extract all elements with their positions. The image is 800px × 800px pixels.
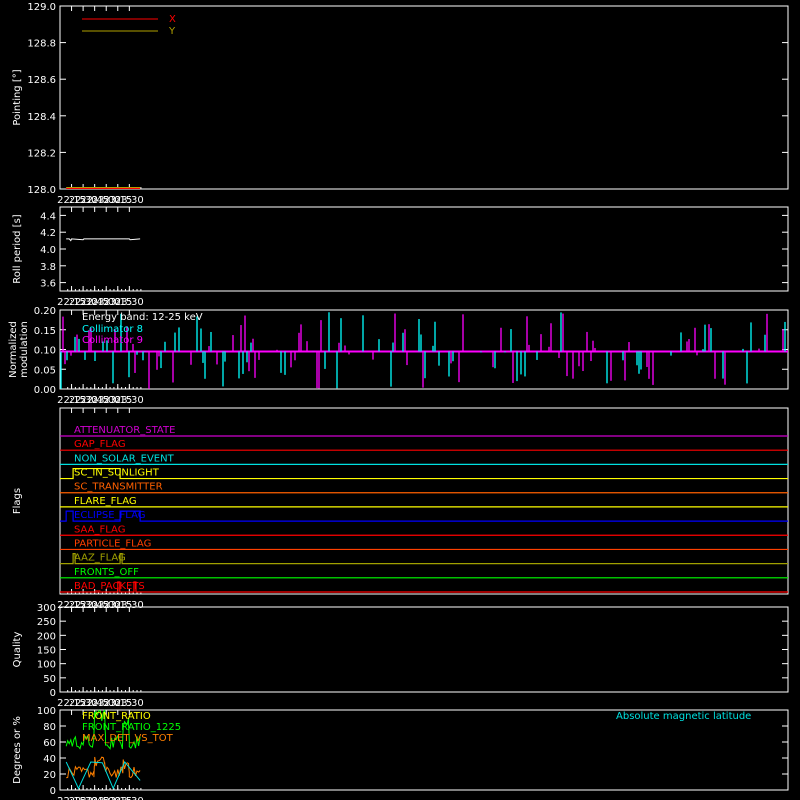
y-axis-label: Quality — [12, 632, 23, 668]
y-axis-label: Pointing [°] — [12, 69, 23, 125]
y-tick-label: 128.4 — [27, 112, 56, 123]
y-axis-label: Roll period [s] — [12, 214, 23, 283]
y-tick-label: 150 — [37, 646, 56, 657]
y-axis-label: Degrees or % — [12, 716, 23, 784]
y-tick-label: 4.0 — [40, 245, 56, 256]
y-tick-label: 20 — [43, 770, 56, 781]
flag-label: ECLIPSE_FLAG — [74, 510, 145, 521]
legend-label: X — [169, 14, 176, 25]
y-tick-label: 4.4 — [40, 211, 56, 222]
y-tick-label: 0.10 — [34, 346, 56, 357]
y-tick-label: 3.8 — [40, 262, 56, 273]
y-tick-label: 40 — [43, 754, 56, 765]
legend-label: FRONT_RATIO — [82, 711, 151, 722]
hessi-quicklook-figure: 22:1522:3022:4523:0023:1523:30128.0128.2… — [0, 0, 800, 800]
x-tick-label: 23:30 — [115, 195, 144, 206]
y-tick-label: 100 — [37, 706, 56, 717]
y-tick-label: 0 — [50, 688, 56, 699]
y-tick-label: 128.2 — [27, 148, 56, 159]
flag-label: NON_SOLAR_EVENT — [74, 453, 175, 464]
y-tick-label: 3.6 — [40, 279, 56, 290]
y-tick-label: 60 — [43, 738, 56, 749]
flag-label: PARTICLE_FLAG — [74, 538, 151, 549]
legend-label: FRONT_RATIO_1225 — [82, 722, 181, 733]
y-tick-label: 4.2 — [40, 228, 56, 239]
legend-label: Collimator 8 — [82, 324, 143, 335]
y-axis-label-line2: modulation — [19, 321, 30, 378]
y-tick-label: 0.15 — [34, 326, 56, 337]
y-tick-label: 0.00 — [34, 385, 56, 396]
legend-label: Y — [168, 26, 176, 37]
y-tick-label: 128.8 — [27, 39, 56, 50]
x-tick-label: 23:30 — [115, 796, 144, 800]
energy-band-annotation: Energy band: 12-25 keV — [82, 312, 203, 323]
y-tick-label: 300 — [37, 603, 56, 614]
y-tick-label: 80 — [43, 722, 56, 733]
legend-label: Absolute magnetic latitude — [616, 711, 751, 722]
y-axis-label: Flags — [12, 488, 23, 514]
x-tick-label: 23:30 — [115, 297, 144, 308]
flag-label: SC_TRANSMITTER — [74, 482, 163, 493]
y-tick-label: 200 — [37, 631, 56, 642]
x-tick-label: 23:30 — [115, 395, 144, 406]
y-tick-label: 50 — [43, 674, 56, 685]
y-tick-label: 100 — [37, 660, 56, 671]
y-tick-label: 0 — [50, 786, 56, 797]
y-tick-label: 0.20 — [34, 306, 56, 317]
legend-label: Collimator 9 — [82, 335, 143, 346]
flag-label: AAZ_FLAG — [74, 553, 126, 564]
flag-label: SAA_FLAG — [74, 524, 125, 535]
x-tick-label: 23:30 — [115, 698, 144, 709]
y-tick-label: 250 — [37, 617, 56, 628]
flag-label: FLARE_FLAG — [74, 496, 137, 507]
y-tick-label: 128.0 — [27, 185, 56, 196]
y-tick-label: 128.6 — [27, 75, 56, 86]
legend-label: MAX_DET_VS_TOT — [82, 733, 174, 744]
y-tick-label: 129.0 — [27, 2, 56, 13]
flag-label: SC_IN_SUNLIGHT — [74, 468, 160, 479]
flag-label: FRONTS_OFF — [74, 567, 139, 578]
y-tick-label: 0.05 — [34, 365, 56, 376]
flag-label: GAP_FLAG — [74, 439, 126, 450]
y-axis-label-line1: Normalized — [8, 321, 19, 378]
flag-label: ATTENUATOR_STATE — [74, 425, 175, 436]
